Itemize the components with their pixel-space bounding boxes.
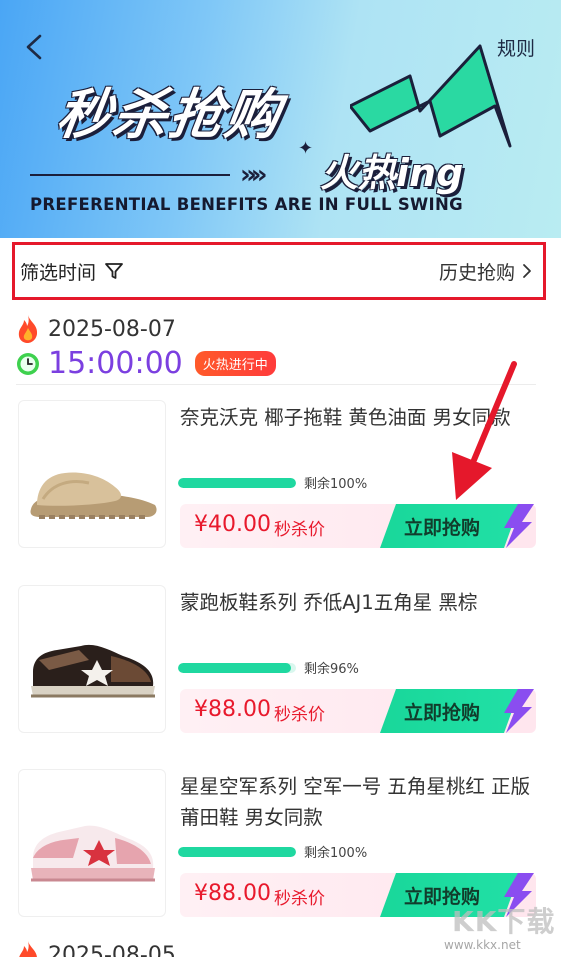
status-badge: 火热进行中 (194, 351, 276, 376)
price-bar: ¥88.00 秒杀价 立即抢购 (180, 689, 536, 733)
stock-progress-fill (178, 477, 296, 488)
red-annotation-arrow (452, 361, 517, 500)
filter-funnel-icon (105, 263, 123, 279)
clock-icon (17, 352, 39, 375)
buy-button-label: 立即抢购 (404, 517, 481, 539)
stock-progress-fill (178, 662, 292, 673)
title-underline (30, 174, 230, 176)
product-title[interactable]: 星星空军系列 空军一号 五角星桃红 正版莆田鞋 男女同款 (180, 771, 540, 833)
filter-bar: 筛选时间 历史抢购 (12, 242, 546, 300)
purple-lightning-icon (504, 689, 534, 733)
next-session-header: 2025-08-05 (16, 940, 176, 957)
watermark-url: www.kkx.net (444, 938, 521, 952)
fire-icon (18, 315, 38, 343)
pink-sneaker-image[interactable] (18, 769, 166, 917)
banner-hot-text: 火热ing (320, 151, 464, 195)
stock-indicator: 剩余100% (178, 842, 367, 861)
stock-progress-bar (178, 846, 296, 857)
page-title: 秒杀抢购 (52, 83, 286, 146)
buy-now-button[interactable]: 立即抢购 (380, 689, 536, 733)
fire-icon (19, 941, 37, 957)
slide-sandal-image[interactable] (18, 400, 166, 548)
stock-progress-bar (178, 662, 296, 673)
history-purchases-link[interactable]: 历史抢购 (439, 258, 533, 285)
brown-sneaker-image[interactable] (18, 585, 166, 733)
product-title[interactable]: 蒙跑板鞋系列 乔低AJ1五角星 黑棕 (180, 587, 540, 618)
sparkle-icon: ✦ (298, 138, 314, 159)
price-value: ¥88.00 (194, 881, 271, 906)
banner-subtitle: PREFERENTIAL BENEFITS ARE IN FULL SWING (30, 195, 463, 214)
buy-now-button[interactable]: 立即抢购 (380, 504, 536, 548)
price-tag: 秒杀价 (274, 889, 325, 909)
stock-progress-bar (178, 477, 296, 488)
buy-button-label: 立即抢购 (404, 702, 481, 724)
price-bar: ¥40.00 秒杀价 立即抢购 (180, 504, 536, 548)
chevron-right-icon (523, 264, 531, 278)
chevrons-decoration: »» (240, 160, 267, 190)
price-value: ¥88.00 (194, 697, 271, 722)
history-label: 历史抢购 (438, 261, 515, 284)
watermark-brand: KK下载 (452, 905, 556, 938)
stock-remaining-text: 剩余100% (304, 846, 368, 861)
price-value: ¥40.00 (194, 512, 271, 537)
price-tag: 秒杀价 (274, 520, 325, 540)
lightning-bolt-decoration (350, 44, 512, 148)
session-time: 15:00:00 (48, 346, 183, 381)
stock-remaining-text: 剩余96% (304, 662, 359, 677)
price-tag: 秒杀价 (274, 705, 325, 725)
next-session-date: 2025-08-05 (48, 942, 176, 957)
product-card[interactable]: 蒙跑板鞋系列 乔低AJ1五角星 黑棕 剩余96% ¥88.00 秒杀价 立即抢购 (18, 585, 548, 735)
stock-remaining-text: 剩余100% (304, 477, 368, 492)
filter-time-button[interactable]: 筛选时间 (20, 258, 124, 285)
promo-banner: 规则 秒杀抢购 »» ✦ 火热ing PREFERENTIAL BENEFITS… (0, 0, 561, 238)
stock-indicator: 剩余100% (178, 473, 367, 492)
stock-progress-fill (178, 846, 296, 857)
back-arrow-icon[interactable] (20, 32, 50, 62)
stock-indicator: 剩余96% (178, 658, 359, 677)
session-header: 2025-08-07 15:00:00 火热进行中 (16, 314, 276, 381)
filter-time-label: 筛选时间 (20, 261, 97, 284)
purple-lightning-icon (504, 504, 534, 548)
watermark: KK下载 www.kkx.net (440, 900, 561, 957)
session-date: 2025-08-07 (48, 316, 176, 342)
product-card[interactable]: 星星空军系列 空军一号 五角星桃红 正版莆田鞋 男女同款 剩余100% ¥88.… (18, 769, 548, 919)
